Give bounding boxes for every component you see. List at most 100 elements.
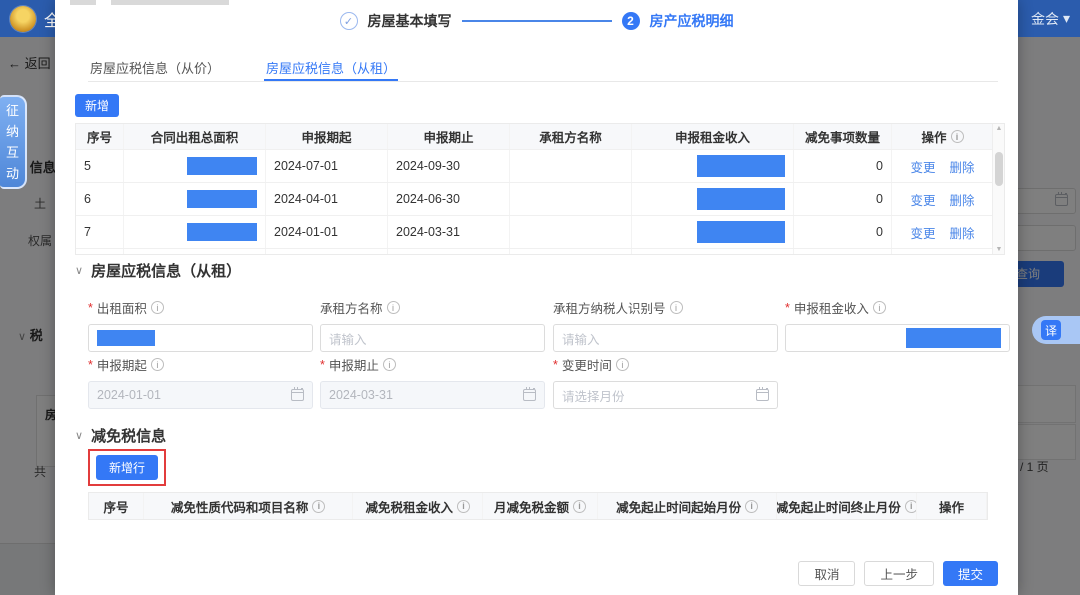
tab-bar: 房屋应税信息（从价） 房屋应税信息（从租）: [88, 52, 998, 82]
brand-area: 全: [10, 6, 60, 32]
chevron-down-icon: ▾: [1063, 10, 1070, 27]
required-star: *: [785, 301, 790, 315]
column-header: 减免税租金收入i: [353, 493, 483, 519]
field-change-time: * 变更时间i 请选择月份: [553, 355, 778, 409]
calendar-icon: [523, 389, 536, 401]
cancel-button[interactable]: 取消: [798, 561, 855, 586]
info-icon[interactable]: i: [745, 500, 758, 513]
redacted-value: [187, 190, 257, 208]
step2-number-badge: 2: [622, 12, 640, 30]
rental-records-table: 序号合同出租总面积申报期起申报期止承租方名称申报租金收入减免事项数量操作i 52…: [75, 123, 1005, 255]
required-star: *: [553, 358, 558, 372]
section-title-rental-info[interactable]: ∨ 房屋应税信息（从租）: [75, 260, 241, 281]
scrollbar-thumb[interactable]: [995, 152, 1003, 186]
info-icon[interactable]: i: [951, 130, 964, 143]
info-icon[interactable]: i: [387, 301, 400, 314]
property-tax-detail-modal: ✓ 房屋基本填写 2 房产应税明细 房屋应税信息（从价） 房屋应税信息（从租） …: [55, 0, 1018, 595]
redacted-value: [187, 223, 257, 241]
column-header: 序号: [89, 493, 144, 519]
stepper: ✓ 房屋基本填写 2 房产应税明细: [55, 11, 1018, 31]
add-button[interactable]: 新增: [75, 94, 119, 117]
calendar-icon: [291, 389, 304, 401]
section-title-tax-waiver[interactable]: ∨ 减免税信息: [75, 425, 166, 446]
redacted-value: [187, 157, 257, 175]
field-rental-area: * 出租面积i: [88, 298, 313, 352]
redacted-value: [697, 188, 785, 210]
column-header: 序号: [76, 124, 124, 149]
field-declare-period-start: * 申报期起i 2024-01-01: [88, 355, 313, 409]
info-icon[interactable]: i: [905, 500, 917, 513]
translate-widget[interactable]: 译: [1032, 316, 1080, 344]
previous-step-button[interactable]: 上一步: [864, 561, 934, 586]
chevron-down-icon: ∨: [75, 264, 83, 277]
info-icon[interactable]: i: [573, 500, 586, 513]
tax-waiver-table: 序号减免性质代码和项目名称i减免税租金收入i月减免税金额i减免起止时间起始月份i…: [88, 492, 988, 520]
calendar-icon: [756, 389, 769, 401]
change-link[interactable]: 变更: [910, 157, 935, 176]
delete-link[interactable]: 删除: [950, 190, 975, 209]
declare-period-start-input: 2024-01-01: [88, 381, 313, 409]
declared-rent-income-input[interactable]: [785, 324, 1010, 352]
step2-label: 房产应税明细: [650, 11, 734, 31]
redacted-value: [906, 328, 1001, 348]
declare-period-end-input: 2024-03-31: [320, 381, 545, 409]
required-star: *: [88, 301, 93, 315]
redacted-value: [697, 221, 785, 243]
translate-icon: 译: [1041, 320, 1061, 340]
scroll-down-icon[interactable]: ▼: [993, 246, 1005, 253]
tax-interaction-widget[interactable]: 征纳互动: [0, 95, 27, 189]
redacted-value: [697, 155, 785, 177]
tab-rental[interactable]: 房屋应税信息（从租）: [264, 52, 398, 81]
info-icon[interactable]: i: [457, 500, 470, 513]
column-header: 操作: [917, 493, 987, 519]
column-header: 申报期起: [266, 124, 388, 149]
step-complete-check-icon: ✓: [340, 12, 358, 30]
field-tenant-name: 承租方名称i 请输入: [320, 298, 545, 352]
change-time-input[interactable]: 请选择月份: [553, 381, 778, 409]
rental-area-input[interactable]: [88, 324, 313, 352]
add-row-button[interactable]: 新增行: [96, 455, 158, 480]
modal-footer: 取消 上一步 提交: [798, 561, 998, 586]
tax-bureau-logo-icon: [10, 6, 36, 32]
table-row: 52024-07-012024-09-300变更删除: [76, 149, 1004, 182]
account-dropdown[interactable]: 金会 ▾: [1031, 9, 1070, 29]
delete-link[interactable]: 删除: [950, 223, 975, 242]
delete-link[interactable]: 删除: [950, 157, 975, 176]
column-header: 减免起止时间终止月份i: [777, 493, 917, 519]
column-header: 减免性质代码和项目名称i: [144, 493, 354, 519]
info-icon[interactable]: i: [670, 301, 683, 314]
field-declared-rent-income: * 申报租金收入i: [785, 298, 1010, 352]
step1-label: 房屋基本填写: [368, 11, 452, 31]
info-icon[interactable]: i: [873, 301, 886, 314]
table-header-row: 序号合同出租总面积申报期起申报期止承租方名称申报租金收入减免事项数量操作i: [76, 124, 1004, 149]
column-header: 合同出租总面积: [124, 124, 266, 149]
clipped-title-text: [111, 0, 229, 5]
required-star: *: [320, 358, 325, 372]
submit-button[interactable]: 提交: [943, 561, 998, 586]
required-star: *: [88, 358, 93, 372]
info-icon[interactable]: i: [616, 358, 629, 371]
tenant-taxpayer-id-input[interactable]: 请输入: [553, 324, 778, 352]
change-link[interactable]: 变更: [910, 223, 935, 242]
scroll-up-icon[interactable]: ▲: [993, 125, 1005, 132]
field-tenant-taxpayer-id: 承租方纳税人识别号i 请输入: [553, 298, 778, 352]
clipped-title-text: [70, 0, 96, 5]
tab-ad-valorem[interactable]: 房屋应税信息（从价）: [88, 52, 222, 81]
field-declare-period-end: * 申报期止i 2024-03-31: [320, 355, 545, 409]
table-header-row: 序号减免性质代码和项目名称i减免税租金收入i月减免税金额i减免起止时间起始月份i…: [89, 493, 987, 519]
account-name: 金会: [1031, 9, 1059, 29]
info-icon[interactable]: i: [151, 301, 164, 314]
column-header: 申报租金收入: [632, 124, 794, 149]
tenant-name-input[interactable]: 请输入: [320, 324, 545, 352]
column-header: 减免事项数量: [794, 124, 892, 149]
info-icon[interactable]: i: [383, 358, 396, 371]
change-link[interactable]: 变更: [910, 190, 935, 209]
chevron-down-icon: ∨: [75, 429, 83, 442]
stepper-connector: [462, 20, 612, 22]
info-icon[interactable]: i: [151, 358, 164, 371]
info-icon[interactable]: i: [312, 500, 325, 513]
table-row: 变更删除: [76, 248, 1004, 255]
table-scrollbar[interactable]: ▲ ▼: [992, 124, 1004, 254]
table-row: 72024-01-012024-03-310变更删除: [76, 215, 1004, 248]
column-header: 减免起止时间起始月份i: [598, 493, 778, 519]
